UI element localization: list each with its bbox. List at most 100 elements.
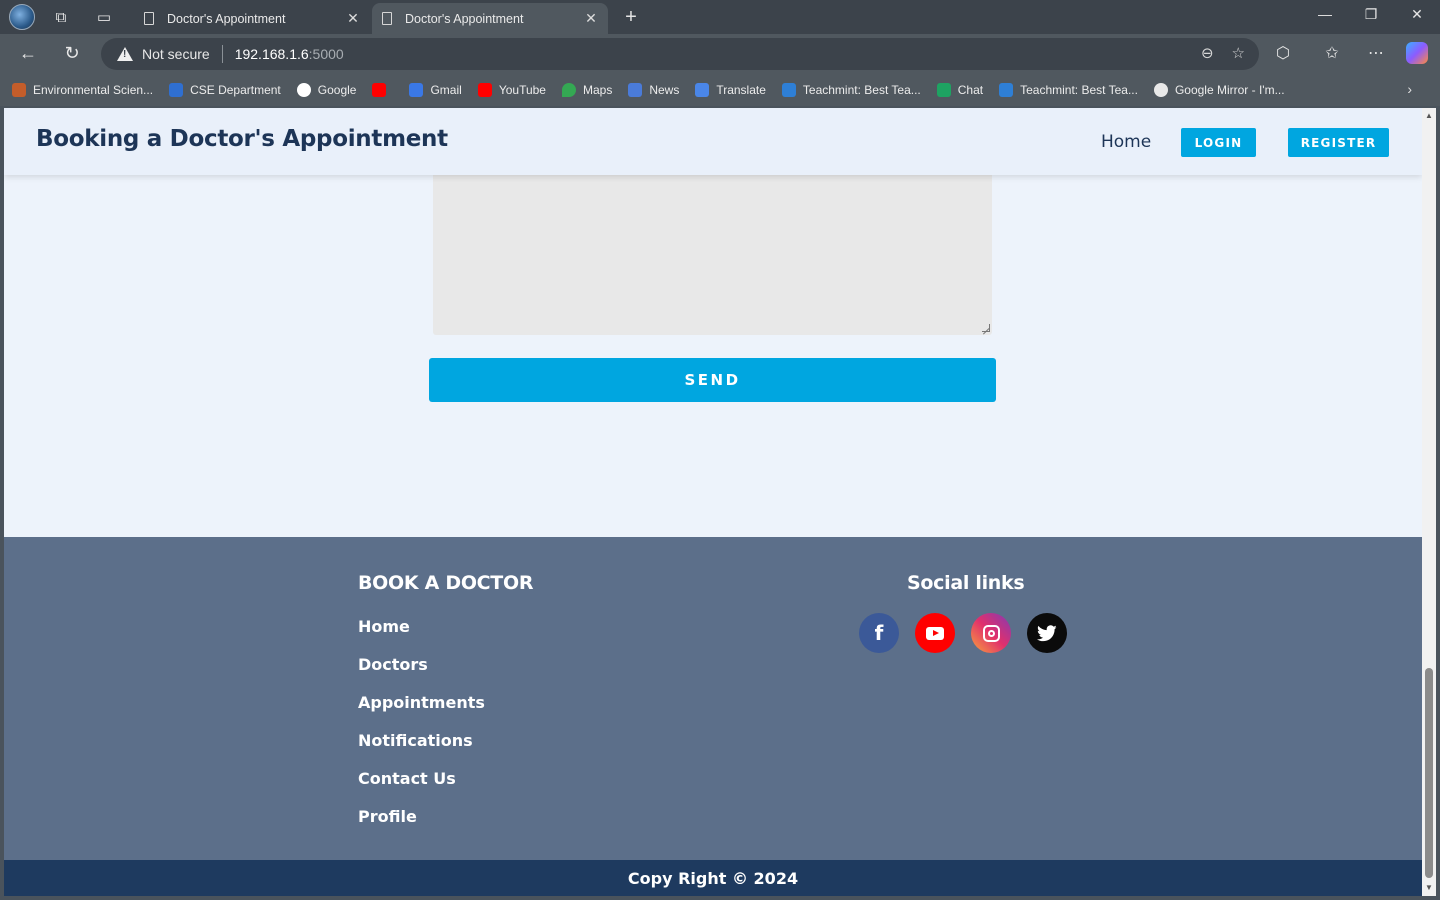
page-viewport: Booking a Doctor's Appointment Home LOGI… (4, 108, 1422, 896)
browser-toolbar: ← ↻ Not secure 192.168.1.6:5000 ⊖ ☆ ⬡ ✩ … (0, 34, 1440, 74)
site-brand[interactable]: Booking a Doctor's Appointment (36, 126, 448, 152)
favorites-icon[interactable]: ✩ (1320, 43, 1344, 63)
teachmint-icon (781, 83, 796, 97)
workspaces-icon[interactable]: ⧉ (48, 5, 74, 29)
youtube-icon (372, 83, 387, 97)
address-bar[interactable]: Not secure 192.168.1.6:5000 ⊖ ☆ (101, 38, 1259, 70)
browser-tab-1[interactable]: Doctor's Appointment ✕ (134, 3, 370, 34)
site-footer: BOOK A DOCTOR Home Doctors Appointments … (4, 537, 1422, 860)
bookmark-item[interactable] (372, 83, 393, 97)
send-button[interactable]: SEND (429, 358, 996, 402)
warning-icon[interactable] (117, 47, 133, 61)
tab-title: Doctor's Appointment (405, 11, 524, 26)
instagram-icon[interactable] (971, 613, 1011, 653)
youtube-icon (477, 83, 492, 97)
footer-link-doctors[interactable]: Doctors (358, 655, 485, 693)
bookmark-icon (169, 83, 184, 97)
bookmark-item[interactable]: News (628, 83, 679, 97)
twitter-bird-icon (1037, 624, 1057, 641)
facebook-icon[interactable]: f (859, 613, 899, 653)
tab-actions-icon[interactable]: ▭ (91, 5, 117, 29)
security-label[interactable]: Not secure (142, 46, 210, 62)
more-menu-icon[interactable]: ⋯ (1364, 43, 1388, 63)
close-icon[interactable]: ✕ (584, 10, 598, 27)
bookmark-label: Google (317, 83, 357, 97)
nav-home-link[interactable]: Home (1101, 132, 1151, 152)
scroll-thumb[interactable] (1425, 668, 1433, 878)
profile-avatar[interactable] (9, 4, 35, 30)
new-tab-icon[interactable]: + (620, 6, 642, 29)
bookmark-label: Teachmint: Best Tea... (802, 83, 921, 97)
window-close-icon[interactable]: ✕ (1406, 6, 1428, 23)
login-button[interactable]: LOGIN (1181, 128, 1256, 157)
bookmark-item[interactable]: CSE Department (169, 83, 281, 97)
bookmark-item[interactable]: Gmail (409, 83, 462, 97)
facebook-glyph: f (874, 621, 884, 645)
bookmarks-bar: Environmental Scien... CSE Department Go… (0, 74, 1440, 106)
social-title: Social links (907, 572, 1025, 594)
bookmark-item[interactable]: Maps (561, 83, 613, 97)
bookmark-label: Gmail (430, 83, 462, 97)
bookmark-item[interactable]: YouTube (477, 83, 546, 97)
bookmark-label: Translate (716, 83, 766, 97)
reader-mode-icon[interactable]: ⊖ (1201, 44, 1214, 62)
news-icon (628, 83, 643, 97)
footer-link-notifications[interactable]: Notifications (358, 731, 485, 769)
footer-link-appointments[interactable]: Appointments (358, 693, 485, 731)
google-icon (296, 83, 311, 97)
twitter-icon[interactable] (1027, 613, 1067, 653)
bookmark-label: Teachmint: Best Tea... (1020, 83, 1138, 97)
close-icon[interactable]: ✕ (346, 10, 360, 27)
message-textarea[interactable] (433, 158, 992, 335)
bookmark-item[interactable]: Teachmint: Best Tea... (781, 83, 921, 97)
footer-link-home[interactable]: Home (358, 617, 485, 655)
bookmark-label: YouTube (498, 83, 546, 97)
restore-icon[interactable]: ❐ (1360, 6, 1382, 23)
footer-link-contact[interactable]: Contact Us (358, 769, 485, 807)
maps-icon (561, 83, 576, 97)
chrome-icon (1153, 83, 1168, 97)
page-icon (382, 12, 392, 25)
footer-link-profile[interactable]: Profile (358, 807, 485, 845)
bookmark-label: Google Mirror - I'm... (1174, 83, 1285, 97)
footer-links: Home Doctors Appointments Notifications … (358, 617, 485, 845)
bookmark-item[interactable]: Google Mirror - I'm... (1153, 83, 1285, 97)
chevron-right-icon[interactable]: › (1407, 81, 1412, 97)
site-header: Booking a Doctor's Appointment Home LOGI… (4, 108, 1422, 175)
browser-tab-2[interactable]: Doctor's Appointment ✕ (372, 3, 608, 34)
bookmark-item[interactable]: Teachmint: Best Tea... (999, 83, 1138, 97)
gmail-icon (409, 83, 424, 97)
bookmark-label: Environmental Scien... (33, 83, 154, 97)
bookmark-label: News (649, 83, 680, 97)
youtube-icon[interactable] (915, 613, 955, 653)
copyright-bar: Copy Right © 2024 (4, 860, 1422, 896)
page-scrollbar[interactable]: ▲ ▼ (1422, 108, 1436, 896)
refresh-icon[interactable]: ↻ (59, 43, 85, 64)
url-host: 192.168.1.6 (234, 46, 309, 62)
play-icon (926, 626, 944, 640)
minimize-icon[interactable]: — (1314, 6, 1336, 22)
scroll-up-icon[interactable]: ▲ (1425, 111, 1433, 120)
url-port: :5000 (308, 46, 344, 62)
camera-icon (982, 624, 1000, 642)
bookmark-item[interactable]: Translate (695, 83, 766, 97)
scroll-down-icon[interactable]: ▼ (1425, 883, 1433, 892)
copilot-icon[interactable] (1406, 42, 1428, 64)
browser-titlebar: ⧉ ▭ Doctor's Appointment ✕ Doctor's Appo… (0, 0, 1440, 34)
bookmark-label: Chat (957, 83, 984, 97)
favorite-star-icon[interactable]: ☆ (1232, 44, 1245, 62)
back-icon[interactable]: ← (15, 43, 41, 64)
bookmark-label: Maps (582, 83, 613, 97)
resize-handle-icon[interactable] (982, 324, 990, 332)
divider (221, 45, 223, 63)
extensions-icon[interactable]: ⬡ (1271, 43, 1295, 63)
bookmark-icon (12, 83, 26, 97)
bookmark-item[interactable]: Chat (936, 83, 984, 97)
bookmark-item[interactable]: Google (296, 83, 357, 97)
bookmark-item[interactable]: Environmental Scien... (12, 83, 153, 97)
translate-icon (695, 83, 710, 97)
tab-title: Doctor's Appointment (167, 11, 286, 26)
register-button[interactable]: REGISTER (1288, 128, 1389, 157)
chat-icon (936, 83, 951, 97)
bookmark-label: CSE Department (190, 83, 281, 97)
